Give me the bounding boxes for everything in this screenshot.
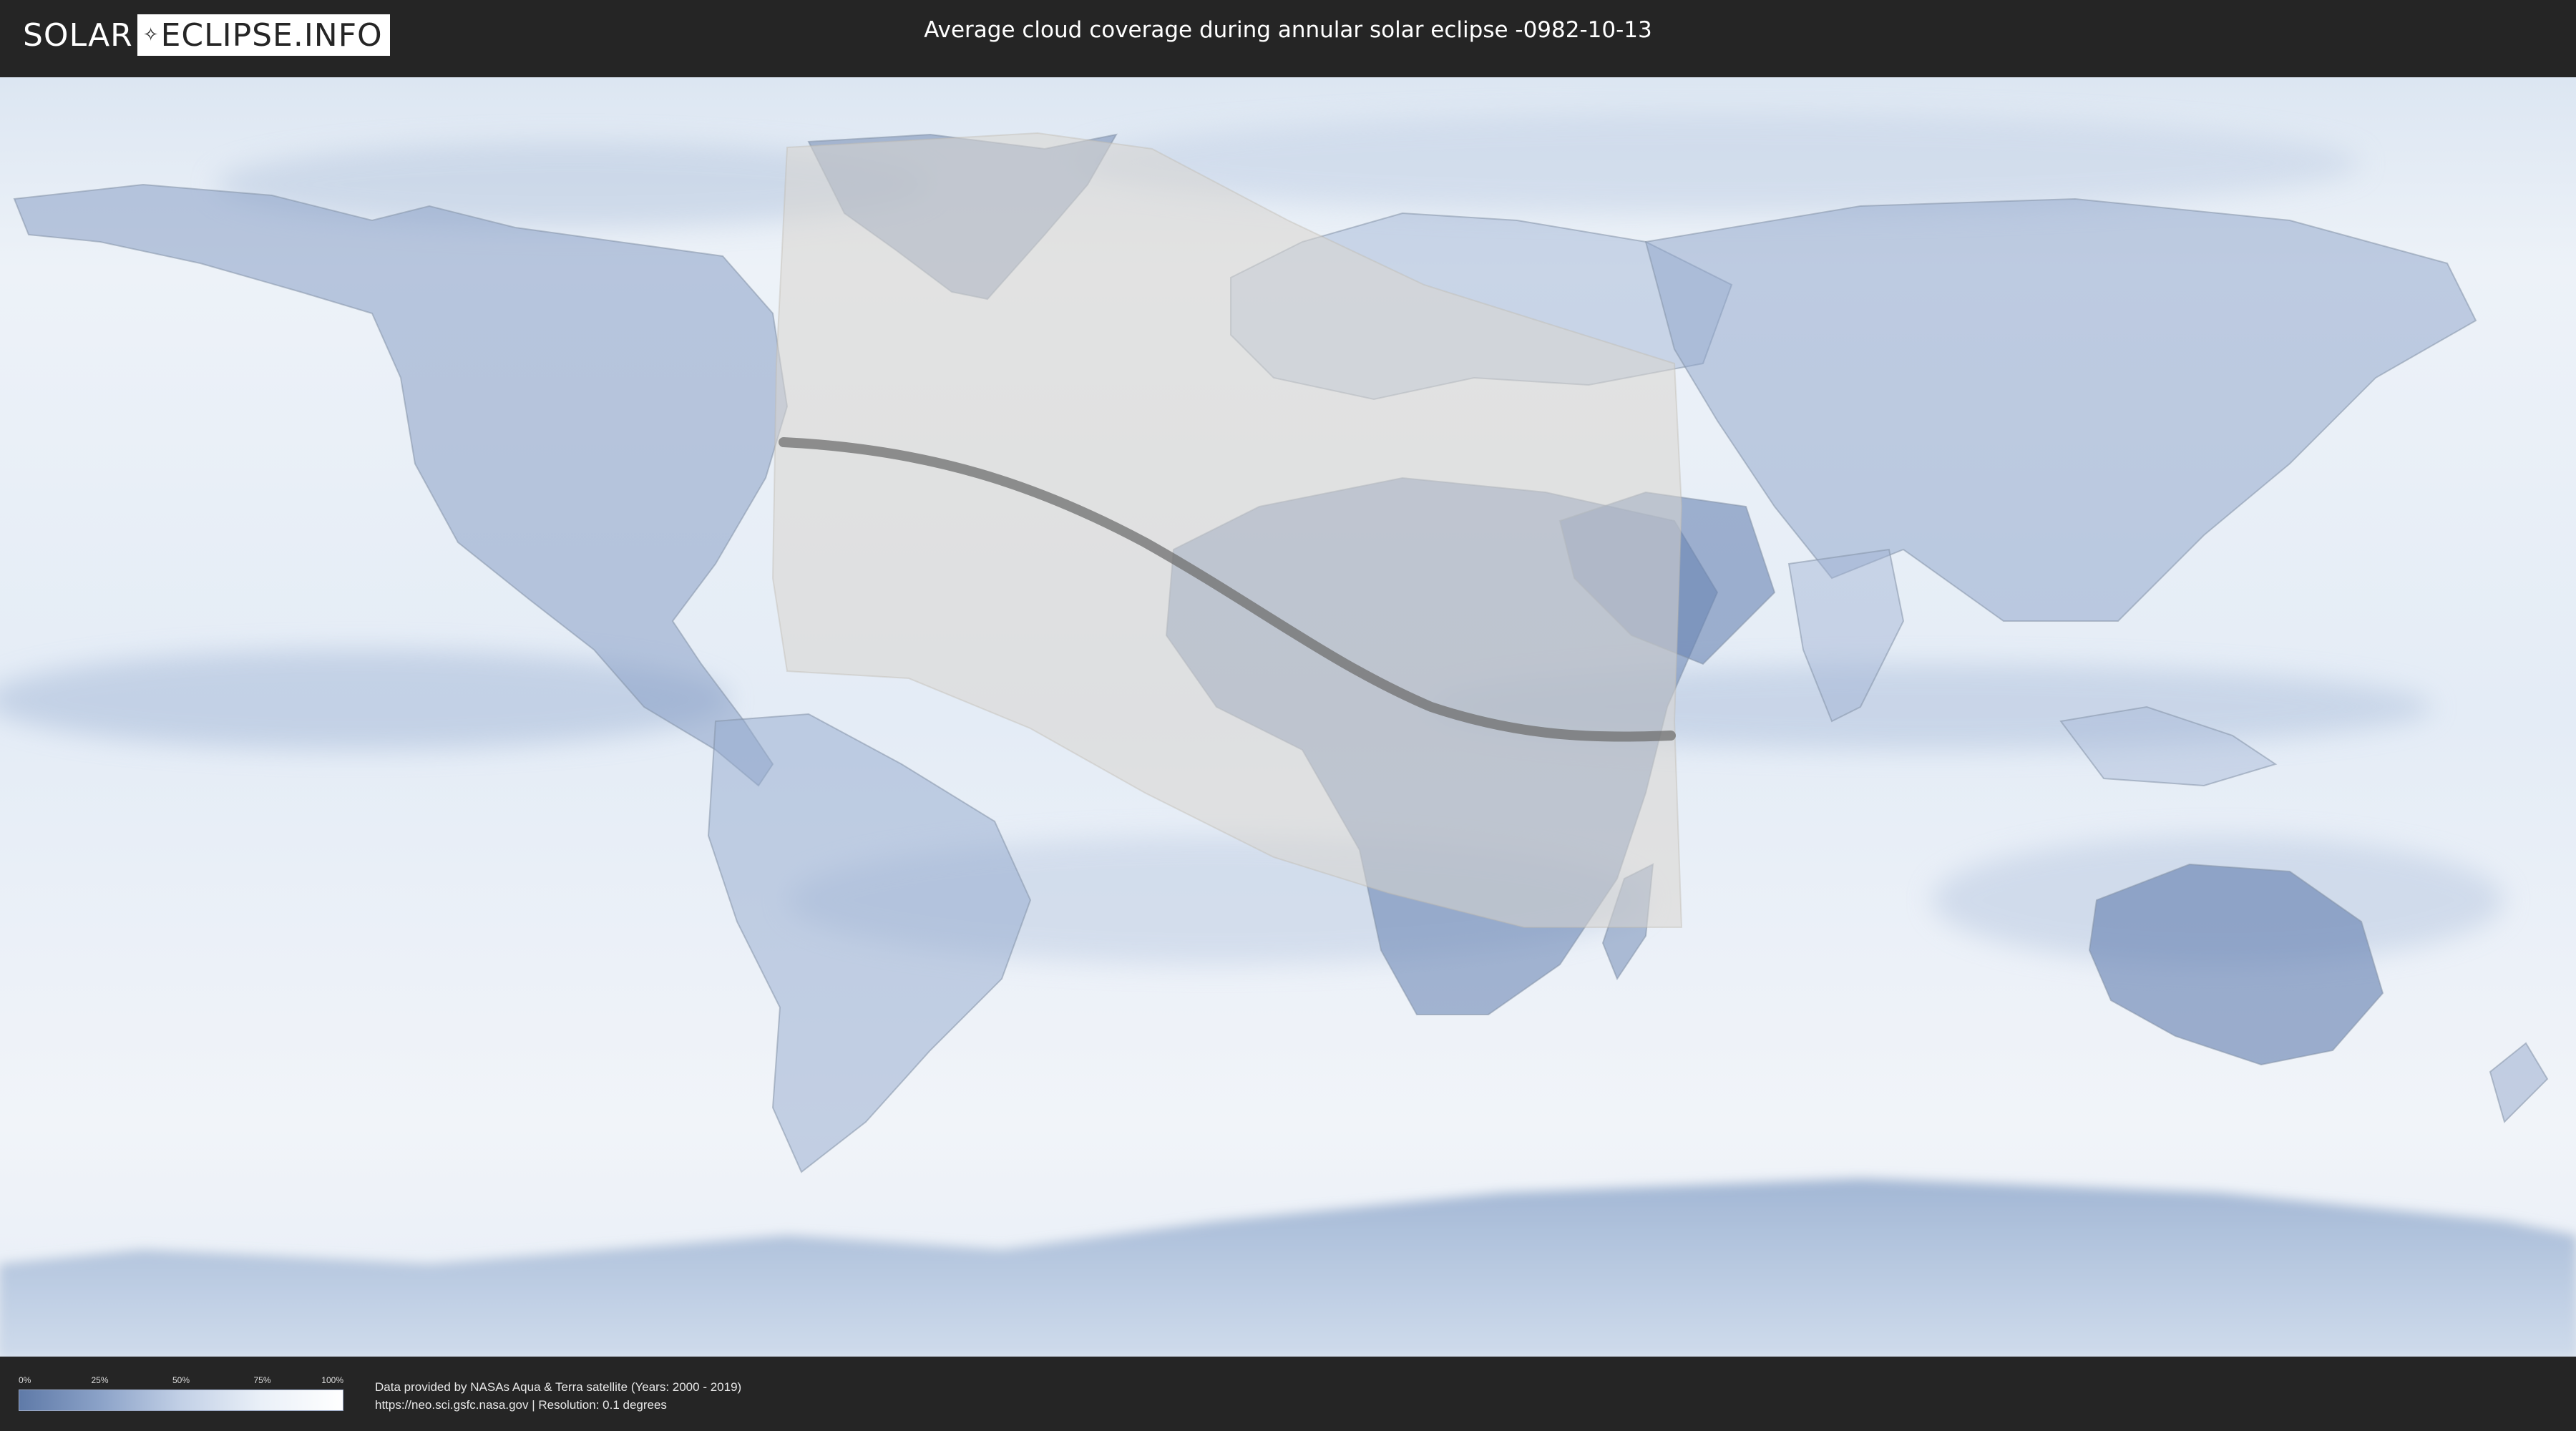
page-title: Average cloud coverage during annular so…: [924, 17, 1652, 43]
legend-tick-0: 0%: [19, 1375, 31, 1385]
header-bar: SOLAR ✧ ECLIPSE.INFO Average cloud cover…: [0, 0, 2576, 72]
credits-line-2[interactable]: https://neo.sci.gsfc.nasa.gov | Resoluti…: [375, 1396, 741, 1414]
legend-gradient-bar: [19, 1390, 343, 1411]
credits-line-1: Data provided by NASAs Aqua & Terra sate…: [375, 1380, 742, 1394]
legend-tick-100: 100%: [321, 1375, 343, 1385]
cloud-coverage-legend: 0% 25% 50% 75% 100%: [19, 1375, 343, 1415]
legend-tick-25: 25%: [91, 1375, 109, 1385]
cloud-coverage-map[interactable]: [0, 77, 2576, 1357]
legend-tick-75: 75%: [253, 1375, 271, 1385]
world-map-svg: [0, 77, 2576, 1357]
data-credits: Data provided by NASAs Aqua & Terra sate…: [375, 1378, 741, 1414]
legend-tick-50: 50%: [172, 1375, 190, 1385]
legend-ticks: 0% 25% 50% 75% 100%: [19, 1375, 343, 1385]
